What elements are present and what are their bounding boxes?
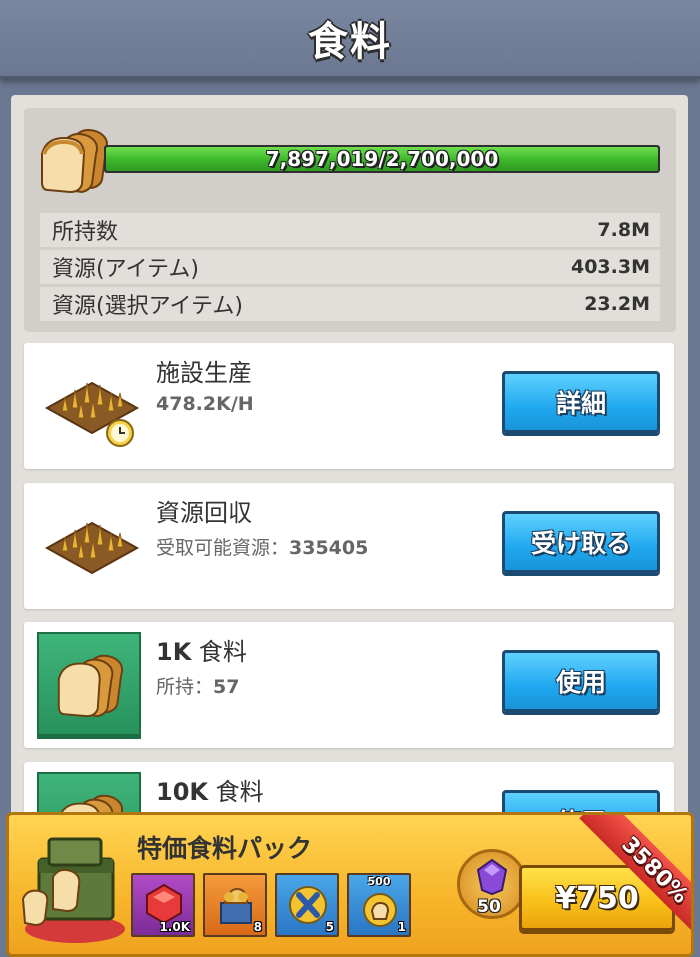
card-facility-production: 施設生産 478.2K/H 詳細 — [24, 343, 674, 469]
special-offer-banner[interactable]: 特価食料パック 1.0K 8 5 500 1 50 ¥750 3580% — [6, 812, 694, 957]
item-amount: 1K — [156, 638, 192, 666]
gem-count: 50 — [477, 897, 501, 917]
stat-value: 23.2M — [584, 293, 650, 315]
bread-icon — [41, 129, 108, 194]
owned-label: 所持： — [156, 676, 214, 698]
stat-value: 403.3M — [570, 256, 650, 278]
stat-row-item-resources: 資源(アイテム) 403.3M — [40, 250, 660, 284]
card-title: 施設生産 — [156, 359, 252, 387]
stat-row-selected-item-resources: 資源(選択アイテム) 23.2M — [40, 287, 660, 321]
card-title: 資源回収 — [156, 499, 252, 527]
stat-row-owned: 所持数 7.8M — [40, 213, 660, 247]
offer-title: 特価食料パック — [137, 834, 313, 863]
stat-label: 資源(アイテム) — [52, 257, 199, 282]
card-food-1k: 1K 食料 所持：57 使用 — [24, 622, 674, 748]
stat-label: 資源(選択アイテム) — [52, 294, 243, 319]
owned-value: 57 — [213, 676, 240, 698]
progress-text: 7,897,019/2,700,000 — [265, 147, 499, 171]
card-title: 10K 食料 — [156, 772, 264, 807]
discount-ribbon: 3580% — [579, 815, 691, 946]
bread-token-icon — [363, 893, 397, 927]
collectable-label: 受取可能資源： — [156, 537, 290, 559]
collectable-amount: 受取可能資源：335405 — [156, 533, 368, 560]
reward-ruby: 1.0K — [131, 873, 195, 937]
item-tile — [37, 632, 141, 736]
reward-bread-token: 500 1 — [347, 873, 411, 937]
purple-gem-icon — [476, 858, 508, 896]
bread-icon — [57, 654, 124, 718]
reward-top-label: 500 — [367, 875, 391, 888]
food-pack-crate-icon — [21, 837, 125, 943]
card-title: 1K 食料 — [156, 632, 247, 667]
owned-count: 所持：57 — [156, 672, 239, 699]
page-title: 食料 — [308, 19, 392, 65]
collectable-value: 335405 — [289, 537, 369, 559]
wheat-field-clock-icon — [44, 381, 140, 447]
reward-count: 5 — [325, 920, 334, 934]
bread-crate-icon — [220, 887, 252, 924]
details-button[interactable]: 詳細 — [502, 371, 660, 433]
header-bar: 食料 — [0, 0, 700, 79]
reward-count: 1.0K — [159, 920, 190, 934]
stat-value: 7.8M — [597, 219, 650, 241]
wheat-field-icon — [44, 521, 140, 575]
ruby-icon — [146, 883, 182, 925]
discount-ribbon-wrap: 3580% — [541, 815, 691, 954]
collect-button[interactable]: 受け取る — [502, 511, 660, 573]
item-name: 食料 — [208, 778, 264, 806]
reward-count: 1 — [397, 920, 406, 934]
reward-count: 8 — [253, 920, 262, 934]
speedup-x-icon — [289, 886, 327, 924]
use-button[interactable]: 使用 — [502, 650, 660, 712]
item-amount: 10K — [156, 778, 208, 806]
item-name: 食料 — [191, 638, 247, 666]
reward-bread-crate: 8 — [203, 873, 267, 937]
reward-speedup: 5 — [275, 873, 339, 937]
stat-label: 所持数 — [52, 220, 119, 245]
card-resource-collection: 資源回収 受取可能資源：335405 受け取る — [24, 483, 674, 609]
production-rate: 478.2K/H — [156, 393, 254, 415]
